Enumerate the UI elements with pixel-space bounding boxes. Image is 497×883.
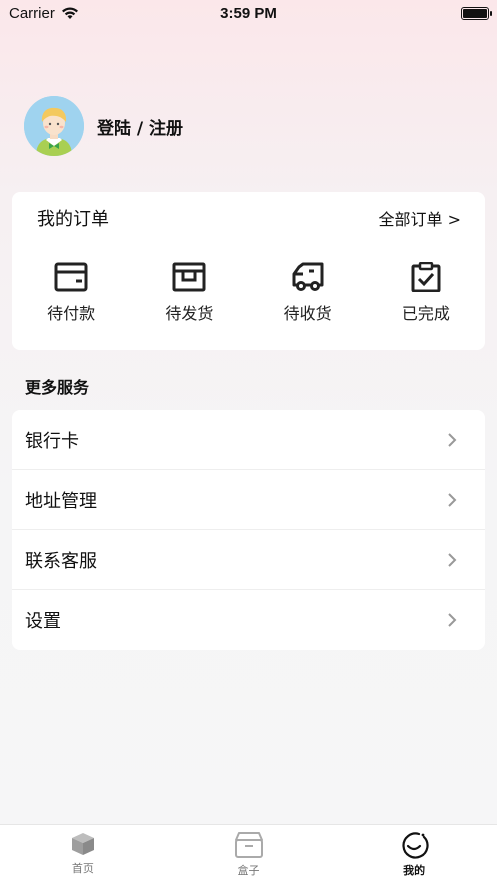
order-item-pending-receipt[interactable]: 待收货	[249, 262, 367, 324]
service-row-label: 银行卡	[25, 430, 79, 452]
avatar-person-icon	[24, 96, 84, 156]
chevron-right-icon	[448, 492, 457, 507]
chevron-right-icon	[448, 552, 457, 567]
service-row-bank-card[interactable]: 银行卡	[12, 410, 485, 470]
tab-home[interactable]: 首页	[0, 825, 166, 883]
order-item-completed[interactable]: 已完成	[367, 262, 485, 324]
service-row-label: 联系客服	[25, 550, 97, 572]
wallet-icon	[54, 262, 88, 292]
services-list: 银行卡 地址管理 联系客服 设置	[12, 410, 485, 650]
chevron-right-icon	[448, 432, 457, 447]
service-row-settings[interactable]: 设置	[12, 590, 485, 650]
status-bar: Carrier 3:59 PM	[0, 0, 497, 26]
orders-header: 我的订单 全部订单 >	[37, 205, 461, 231]
tab-box[interactable]: 盒子	[166, 825, 332, 883]
service-row-address[interactable]: 地址管理	[12, 470, 485, 530]
order-item-label: 待付款	[47, 304, 96, 323]
order-item-pending-shipment[interactable]: 待发货	[130, 262, 248, 324]
battery-icon	[461, 6, 492, 20]
order-item-pending-payment[interactable]: 待付款	[12, 262, 130, 324]
cube-icon	[71, 833, 94, 855]
tab-label: 我的	[403, 864, 426, 877]
service-row-customer-service[interactable]: 联系客服	[12, 530, 485, 590]
tab-label: 盒子	[237, 864, 260, 877]
service-row-label: 地址管理	[25, 490, 97, 512]
tab-bar: 首页 盒子 我的	[0, 824, 497, 883]
truck-icon	[292, 262, 324, 291]
service-row-label: 设置	[25, 611, 61, 632]
order-status-list: 待付款 待发货 待收货 已完成	[12, 262, 485, 324]
avatar[interactable]	[24, 96, 84, 156]
chevron-right-icon	[448, 613, 457, 627]
order-item-label: 待发货	[165, 304, 214, 323]
tab-label: 首页	[71, 862, 94, 875]
clipboard-check-icon	[411, 262, 441, 292]
smile-icon	[402, 832, 429, 859]
order-item-label: 待收货	[283, 304, 332, 323]
box-icon	[172, 262, 206, 292]
box-icon	[234, 832, 263, 858]
status-time: 3:59 PM	[220, 4, 277, 22]
all-orders-link[interactable]: 全部订单 >	[379, 206, 462, 230]
tab-mine[interactable]: 我的	[331, 825, 497, 883]
order-item-label: 已完成	[401, 304, 450, 323]
orders-title: 我的订单	[37, 209, 109, 230]
profile-header[interactable]: 登陆 / 注册	[24, 96, 183, 156]
login-register-link[interactable]: 登陆 / 注册	[97, 114, 183, 139]
orders-card: 我的订单 全部订单 > 待付款 待发货 待收货 已完成	[12, 192, 485, 350]
services-section-title: 更多服务	[25, 378, 90, 397]
